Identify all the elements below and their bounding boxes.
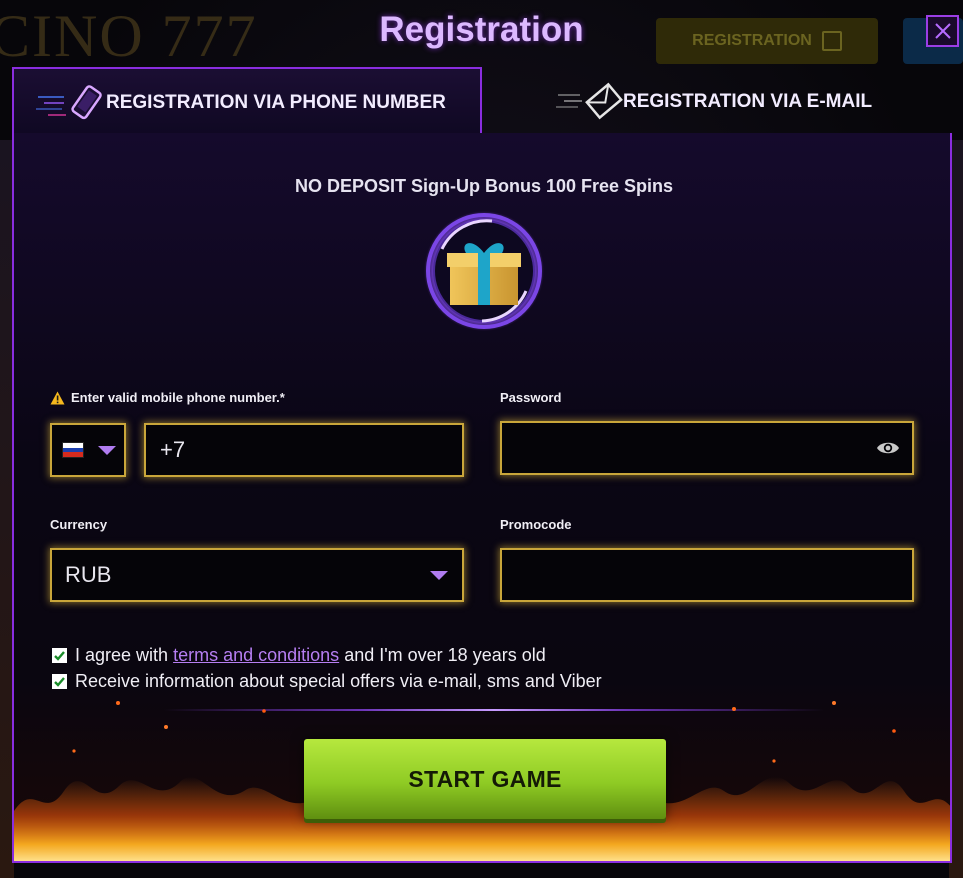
- password-input[interactable]: [500, 421, 914, 475]
- country-code-select[interactable]: [50, 423, 126, 477]
- currency-value: RUB: [65, 562, 112, 587]
- tab-email-label: REGISTRATION VIA E-MAIL: [623, 91, 873, 112]
- checkmark-icon: [54, 651, 65, 661]
- currency-select[interactable]: RUB: [50, 548, 464, 602]
- promocode-input[interactable]: [500, 548, 914, 602]
- registration-panel: NO DEPOSIT Sign-Up Bonus 100 Free Spins: [12, 133, 952, 863]
- offers-checkbox-row: Receive information about special offers…: [52, 671, 602, 692]
- terms-suffix: and I'm over 18 years old: [344, 645, 546, 665]
- offers-checkbox[interactable]: [52, 674, 67, 689]
- warning-icon: [50, 391, 65, 404]
- bonus-text: NO DEPOSIT Sign-Up Bonus 100 Free Spins: [294, 176, 674, 196]
- gift-icon: [424, 211, 544, 331]
- currency-field-label: Currency: [50, 517, 108, 532]
- phone-field-label: Enter valid mobile phone number.*: [50, 390, 285, 405]
- close-button[interactable]: [926, 15, 959, 47]
- chevron-down-icon: [430, 570, 448, 580]
- tab-phone-label: REGISTRATION VIA PHONE NUMBER: [106, 92, 446, 113]
- promocode-field-label: Promocode: [500, 517, 572, 532]
- start-game-button[interactable]: START GAME: [304, 739, 666, 819]
- envelope-icon: [556, 82, 623, 120]
- close-x-icon: [934, 23, 951, 39]
- modal-title: Registration: [379, 10, 584, 49]
- terms-prefix: I agree with: [75, 645, 169, 665]
- phone-label-text: Enter valid mobile phone number.*: [71, 390, 285, 405]
- offers-text: Receive information about special offers…: [75, 671, 602, 691]
- terms-link[interactable]: terms and conditions: [173, 645, 339, 665]
- phone-input[interactable]: +7: [144, 423, 464, 477]
- terms-text: I agree with terms and conditions and I'…: [75, 645, 546, 666]
- terms-checkbox-row: I agree with terms and conditions and I'…: [52, 645, 546, 666]
- tab-email-registration[interactable]: REGISTRATION VIA E-MAIL: [484, 67, 950, 137]
- checkmark-icon: [54, 677, 65, 687]
- terms-checkbox[interactable]: [52, 648, 67, 663]
- chevron-down-icon: [98, 445, 116, 455]
- tab-phone-registration[interactable]: REGISTRATION VIA PHONE NUMBER: [12, 67, 482, 137]
- show-password-eye-icon[interactable]: [876, 440, 900, 456]
- phone-icon: [36, 85, 102, 120]
- russia-flag-icon: [62, 442, 84, 458]
- password-field-label: Password: [500, 390, 562, 405]
